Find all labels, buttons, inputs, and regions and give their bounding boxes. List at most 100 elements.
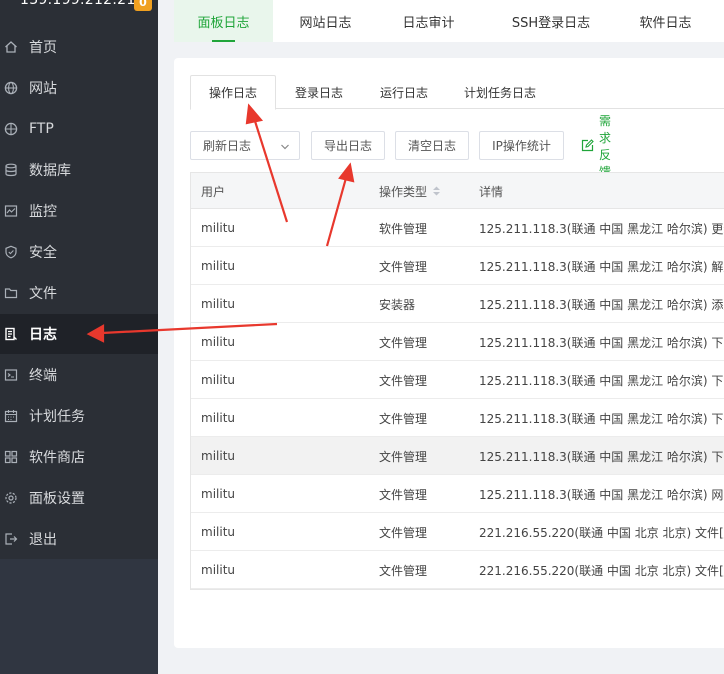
cell-type: 软件管理	[379, 221, 428, 236]
sidebar-item-monitor[interactable]: 监控	[0, 191, 158, 231]
table-row[interactable]: militu 文件管理 125.211.118.3(联通 中国 黑龙江 哈尔滨) 下…	[191, 399, 724, 437]
gear-icon	[4, 491, 18, 505]
cell-user: militu	[201, 563, 236, 577]
sidebar-item-app-store[interactable]: 软件商店	[0, 437, 158, 477]
header-label: 操作类型	[379, 184, 428, 199]
tab-software-logs[interactable]: 软件日志	[618, 0, 713, 42]
tab-panel-logs[interactable]: 面板日志	[174, 0, 273, 42]
server-badge[interactable]: 0	[134, 0, 152, 11]
header-label: 用户	[201, 184, 226, 199]
table-header: 用户 操作类型 详情	[191, 173, 724, 209]
subtab-run-logs[interactable]: 运行日志	[380, 75, 428, 109]
cell-type: 文件管理	[379, 525, 428, 540]
column-type[interactable]: 操作类型	[379, 173, 441, 209]
server-header: 139.199.212.210 0	[0, 0, 158, 22]
tab-website-logs[interactable]: 网站日志	[278, 0, 373, 42]
sidebar-item-logs[interactable]: 日志	[0, 314, 158, 354]
tab-label: 网站日志	[299, 15, 352, 31]
cell-detail: 125.211.118.3(联通 中国 黑龙江 哈尔滨) 更新	[479, 221, 724, 236]
header-label: 详情	[479, 184, 504, 199]
ftp-icon	[4, 122, 18, 136]
sidebar-item-database[interactable]: 数据库	[0, 150, 158, 190]
sidebar-item-label: 数据库	[29, 163, 71, 179]
tab-ssh-login-logs[interactable]: SSH登录日志	[491, 0, 611, 42]
sidebar-item-label: 首页	[29, 40, 57, 56]
subtab-operation-logs[interactable]: 操作日志	[190, 75, 277, 110]
cell-type: 安装器	[379, 297, 416, 312]
cell-detail: 125.211.118.3(联通 中国 黑龙江 哈尔滨) 添加	[479, 297, 724, 312]
sidebar-item-label: 计划任务	[29, 409, 85, 425]
tab-label: 软件日志	[639, 15, 692, 31]
cell-detail: 125.211.118.3(联通 中国 黑龙江 哈尔滨) 下载	[479, 335, 724, 350]
select-value: 刷新日志	[203, 139, 252, 153]
cell-type: 文件管理	[379, 411, 428, 426]
clear-log-button[interactable]: 清空日志	[395, 131, 469, 160]
table-row[interactable]: militu 文件管理 221.216.55.220(联通 中国 北京 北京) 文件…	[191, 551, 724, 589]
sidebar-item-label: 文件	[29, 286, 57, 302]
sidebar-item-ftp[interactable]: FTP	[0, 109, 158, 149]
table-row[interactable]: militu 文件管理 221.216.55.220(联通 中国 北京 北京) 文件…	[191, 513, 724, 551]
sidebar-item-label: 网站	[29, 81, 57, 97]
log-icon	[4, 327, 18, 341]
tab-label: 面板日志	[197, 15, 250, 31]
table-row[interactable]: militu 文件管理 125.211.118.3(联通 中国 黑龙江 哈尔滨) 下…	[191, 323, 724, 361]
server-ip: 139.199.212.210	[20, 0, 145, 8]
subtab-cron-logs[interactable]: 计划任务日志	[464, 75, 536, 109]
sidebar-item-website[interactable]: 网站	[0, 68, 158, 108]
subtab-label: 操作日志	[209, 86, 258, 100]
cell-user: militu	[201, 297, 236, 311]
sidebar-item-logout[interactable]: 退出	[0, 519, 158, 559]
tab-label: SSH登录日志	[511, 15, 591, 31]
table-row[interactable]: militu 文件管理 125.211.118.3(联通 中国 黑龙江 哈尔滨) 下…	[191, 437, 724, 475]
sidebar-item-label: 面板设置	[29, 491, 85, 507]
column-user: 用户	[201, 173, 225, 209]
cell-detail: 221.216.55.220(联通 中国 北京 北京) 文件[/w	[479, 563, 724, 578]
tab-log-audit[interactable]: 日志审计	[381, 0, 476, 42]
cell-type: 文件管理	[379, 449, 428, 464]
apps-icon	[4, 450, 18, 464]
button-label: 导出日志	[323, 139, 372, 153]
refresh-log-select[interactable]: 刷新日志	[190, 131, 300, 160]
cell-detail: 125.211.118.3(联通 中国 黑龙江 哈尔滨) 解压	[479, 259, 724, 274]
sidebar-item-label: 退出	[29, 532, 57, 548]
export-log-button[interactable]: 导出日志	[311, 131, 385, 160]
log-category-tabs: 面板日志 网站日志 日志审计 SSH登录日志 软件日志	[174, 0, 724, 42]
sidebar-item-settings[interactable]: 面板设置	[0, 478, 158, 518]
tab-label: 日志审计	[402, 15, 455, 31]
sidebar-item-security[interactable]: 安全	[0, 232, 158, 272]
chevron-down-icon	[280, 141, 290, 151]
globe-icon	[4, 81, 18, 95]
table-row[interactable]: militu 软件管理 125.211.118.3(联通 中国 黑龙江 哈尔滨) 更…	[191, 209, 724, 247]
sidebar-item-home[interactable]: 首页	[0, 27, 158, 67]
home-icon	[4, 40, 18, 54]
sidebar-item-label: FTP	[29, 121, 54, 137]
sidebar-item-label: 日志	[29, 327, 57, 343]
subtab-login-logs[interactable]: 登录日志	[295, 75, 343, 109]
table-row[interactable]: militu 文件管理 125.211.118.3(联通 中国 黑龙江 哈尔滨) 解…	[191, 247, 724, 285]
sort-icon[interactable]	[432, 185, 441, 197]
calendar-icon	[4, 409, 18, 423]
sidebar-item-terminal[interactable]: 终端	[0, 355, 158, 395]
feedback-link[interactable]: 需求反馈	[581, 114, 611, 179]
sidebar-item-files[interactable]: 文件	[0, 273, 158, 313]
cell-user: militu	[201, 525, 236, 539]
folder-icon	[4, 286, 18, 300]
cell-detail: 125.211.118.3(联通 中国 黑龙江 哈尔滨) 下载	[479, 373, 724, 388]
table-row[interactable]: militu 文件管理 125.211.118.3(联通 中国 黑龙江 哈尔滨) 网…	[191, 475, 724, 513]
subtab-label: 计划任务日志	[464, 85, 537, 100]
ip-stats-button[interactable]: IP操作统计	[479, 131, 564, 160]
cell-user: militu	[201, 487, 236, 501]
sidebar: 139.199.212.210 0 首页 网站 FTP 数据库 监控 安全 文件…	[0, 0, 158, 559]
sidebar-item-cron[interactable]: 计划任务	[0, 396, 158, 436]
subtab-label: 运行日志	[380, 85, 429, 100]
sidebar-item-label: 安全	[29, 245, 57, 261]
table-row[interactable]: militu 安装器 125.211.118.3(联通 中国 黑龙江 哈尔滨) 添加	[191, 285, 724, 323]
button-label: 清空日志	[407, 139, 456, 153]
cell-user: militu	[201, 335, 236, 349]
table-row[interactable]: militu 文件管理 125.211.118.3(联通 中国 黑龙江 哈尔滨) 下…	[191, 361, 724, 399]
cell-type: 文件管理	[379, 563, 428, 578]
sidebar-item-label: 软件商店	[29, 450, 85, 466]
table-body: militu 软件管理 125.211.118.3(联通 中国 黑龙江 哈尔滨) 更…	[191, 209, 724, 589]
cell-user: militu	[201, 221, 236, 235]
cell-type: 文件管理	[379, 335, 428, 350]
